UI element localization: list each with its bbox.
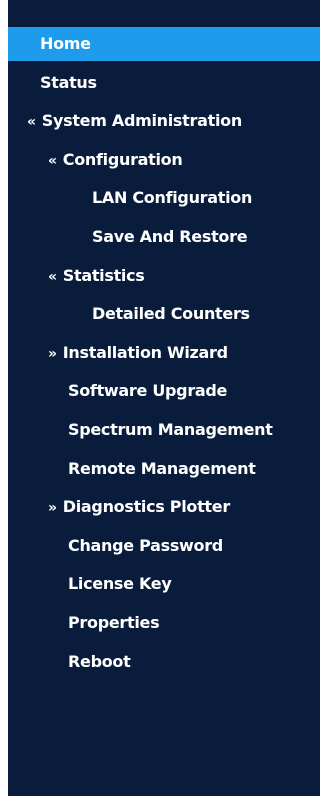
nav-item-label: Software Upgrade bbox=[68, 381, 228, 401]
nav-list: Home Status « System Administration « Conf… bbox=[8, 27, 320, 683]
nav-item-label: Installation Wizard bbox=[62, 342, 228, 362]
nav-item-software-upgrade[interactable]: Software Upgrade bbox=[8, 374, 320, 413]
nav-item-detailed-counters[interactable]: Detailed Counters bbox=[8, 297, 320, 336]
nav-item-label: System Administration bbox=[41, 111, 242, 131]
expand-marker-icon: » bbox=[48, 500, 57, 517]
nav-item-label: Properties bbox=[68, 612, 160, 632]
nav-item-label: Detailed Counters bbox=[92, 304, 250, 324]
nav-item-statistics[interactable]: « Statistics bbox=[8, 259, 320, 298]
nav-item-configuration[interactable]: « Configuration bbox=[8, 143, 320, 182]
nav-item-properties[interactable]: Properties bbox=[8, 606, 320, 645]
sidebar-top-spacer bbox=[8, 0, 320, 27]
nav-item-remote-management[interactable]: Remote Management bbox=[8, 452, 320, 491]
nav-item-save-and-restore[interactable]: Save And Restore bbox=[8, 220, 320, 259]
collapse-marker-icon: « bbox=[48, 268, 57, 285]
nav-item-label: Remote Management bbox=[68, 458, 256, 478]
sidebar-nav: Home Status « System Administration « Conf… bbox=[8, 0, 320, 796]
nav-item-label: Statistics bbox=[62, 265, 145, 285]
nav-item-label: Diagnostics Plotter bbox=[62, 497, 230, 517]
nav-item-label: Spectrum Management bbox=[68, 419, 273, 439]
collapse-marker-icon: « bbox=[48, 152, 57, 169]
nav-item-label: Save And Restore bbox=[92, 226, 248, 246]
nav-item-label: LAN Configuration bbox=[92, 188, 253, 208]
nav-item-license-key[interactable]: License Key bbox=[8, 567, 320, 606]
nav-item-status[interactable]: Status bbox=[8, 66, 320, 105]
expand-marker-icon: » bbox=[48, 345, 57, 362]
nav-item-label: Status bbox=[40, 72, 97, 92]
nav-item-installation-wizard[interactable]: » Installation Wizard bbox=[8, 336, 320, 375]
nav-item-lan-configuration[interactable]: LAN Configuration bbox=[8, 181, 320, 220]
collapse-marker-icon: « bbox=[27, 114, 36, 131]
nav-item-spectrum-management[interactable]: Spectrum Management bbox=[8, 413, 320, 452]
nav-item-label: Configuration bbox=[62, 149, 183, 169]
nav-item-label: Home bbox=[40, 34, 91, 53]
nav-item-reboot[interactable]: Reboot bbox=[8, 645, 320, 684]
nav-item-home[interactable]: Home bbox=[8, 27, 320, 61]
nav-item-label: Reboot bbox=[68, 651, 131, 671]
nav-item-change-password[interactable]: Change Password bbox=[8, 529, 320, 568]
nav-item-label: License Key bbox=[68, 574, 172, 594]
nav-item-system-administration[interactable]: « System Administration bbox=[8, 104, 320, 143]
nav-item-diagnostics-plotter[interactable]: » Diagnostics Plotter bbox=[8, 490, 320, 529]
nav-item-label: Change Password bbox=[68, 535, 223, 555]
